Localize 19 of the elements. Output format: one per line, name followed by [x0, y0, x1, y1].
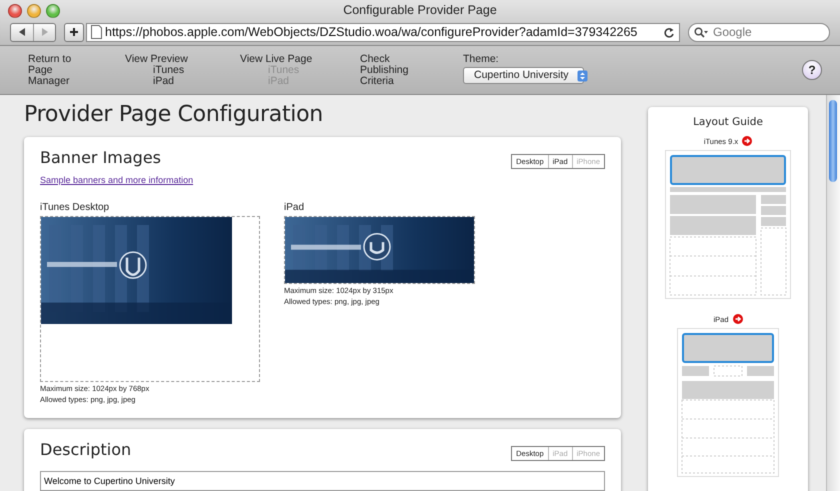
section-title: Banner Images — [40, 148, 162, 167]
theme-label: Theme: — [463, 54, 500, 65]
nav-link[interactable]: View Live Page — [240, 54, 360, 65]
panel-title: Layout Guide — [693, 116, 763, 128]
info-link[interactable]: Sample banners and more information — [40, 175, 194, 185]
nav-sublink[interactable]: iPad — [125, 76, 240, 87]
slot-label: iTunes Desktop — [40, 202, 110, 213]
search-field[interactable]: Google — [688, 22, 830, 42]
page-title: Provider Page Configuration — [24, 102, 324, 127]
help-button[interactable]: ? — [802, 60, 822, 80]
slot-label: iPad — [284, 202, 306, 213]
section-title: Description — [40, 440, 132, 459]
nav-link[interactable]: View Preview — [125, 54, 240, 65]
description-field[interactable]: Welcome to Cupertino University — [40, 471, 605, 491]
nav-link[interactable]: Check Publishing Criteria — [360, 54, 408, 87]
nav-sublink[interactable]: iTunes — [125, 65, 240, 76]
window-title: Configurable Provider Page — [343, 3, 497, 17]
nav-link[interactable]: Return to Page Manager — [28, 54, 76, 87]
address-field[interactable]: https://phobos.apple.com/WebObjects/DZStudio.woa/wa/configureProvider?adamId=379342265 — [86, 22, 680, 42]
